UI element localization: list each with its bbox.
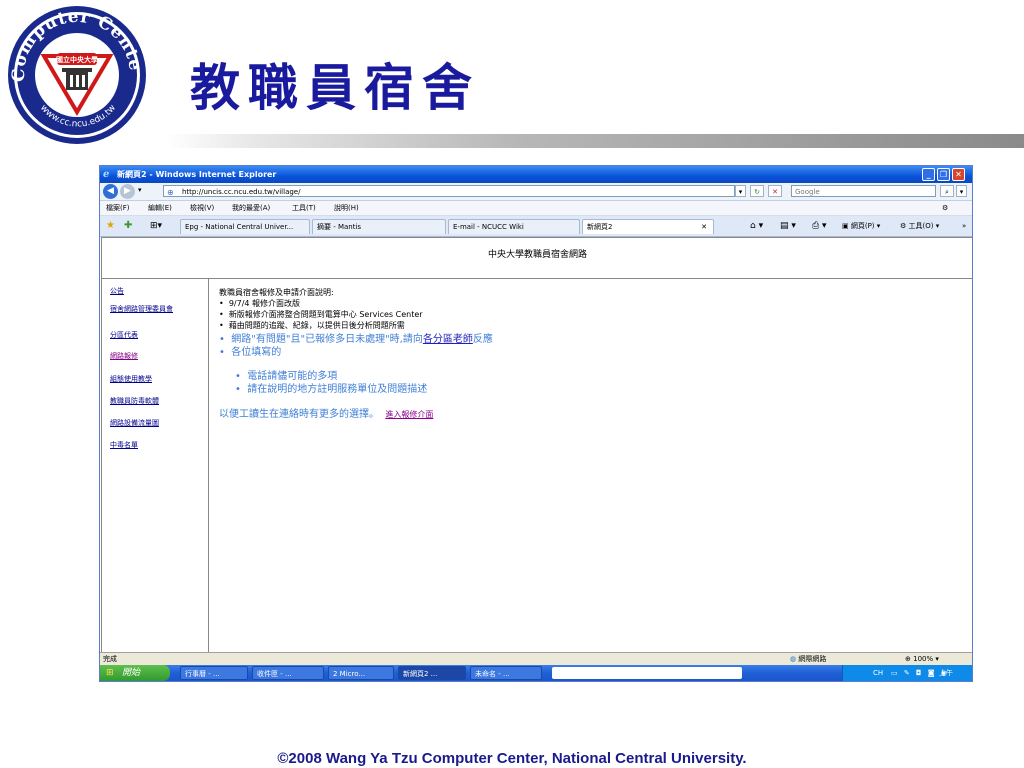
sub-list-item: • 請在說明的地方註明服務單位及問題描述: [235, 384, 428, 395]
minimize-button[interactable]: _: [922, 168, 935, 181]
ie-icon: ℯ: [103, 169, 110, 180]
window-title: 新網頁2 - Windows Internet Explorer: [117, 170, 277, 179]
tab-bar: ★ ✚ ⊞▾ Epg - National Central Univer... …: [100, 216, 972, 237]
sidebar-item-config-tutorial[interactable]: 組態使用教學: [110, 375, 152, 384]
window-titlebar: ℯ 新網頁2 - Windows Internet Explorer _ ❐ ✕: [100, 166, 972, 183]
browser-window: ℯ 新網頁2 - Windows Internet Explorer _ ❐ ✕…: [99, 165, 973, 682]
globe-icon: ◍: [790, 655, 797, 663]
favorites-star-icon[interactable]: ★: [106, 216, 115, 236]
windows-taskbar: ⊞ 開始 行事曆 - ... 收件匣 - ... 2 Micro... 新網頁2…: [100, 665, 972, 681]
zoom-icon: ⊕: [905, 655, 911, 663]
menu-extra-icon[interactable]: ⚙: [942, 201, 948, 215]
history-dropdown-icon[interactable]: ▾: [138, 186, 142, 194]
tab-new-page-2[interactable]: 新網頁2 ✕: [582, 219, 714, 234]
logo-badge-text: 國立中央大學: [56, 55, 98, 64]
web-page: 中央大學教職員宿舍網路 公告 宿舍網路管理委員會 分區代表 網路報修 組態使用教…: [101, 237, 972, 653]
taskbar-item-browser[interactable]: 新網頁2 ...: [398, 666, 466, 680]
computer-center-logo: Computer Center www.cc.ncu.edu.tw 國立中央大學: [1, 0, 148, 146]
menu-edit[interactable]: 編輯(E): [148, 201, 172, 215]
search-icon[interactable]: ⌕: [940, 185, 954, 197]
url-field[interactable]: ⊕ http://uncis.cc.ncu.edu.tw/village/: [163, 185, 735, 197]
home-icon[interactable]: ⌂ ▾: [750, 216, 763, 236]
quick-tabs-icon[interactable]: ⊞▾: [150, 216, 162, 236]
add-favorite-icon[interactable]: ✚: [124, 216, 132, 236]
sidebar-item-traffic-graph[interactable]: 網路設備流量圖: [110, 419, 159, 428]
forward-icon[interactable]: ▶: [120, 184, 135, 199]
district-teachers-link[interactable]: 各分區老師: [423, 334, 473, 345]
desktop-search-box[interactable]: [552, 667, 742, 679]
page-favicon: ⊕: [167, 188, 174, 197]
sidebar: 公告 宿舍網路管理委員會 分區代表 網路報修 組態使用教學 教職員防毒軟體 網路…: [102, 279, 209, 653]
tab-label: 摘要 - Mantis: [317, 223, 362, 231]
stop-icon[interactable]: ✕: [768, 185, 782, 197]
intro-text: 教職員宿舍報修及申請介面說明:: [219, 288, 334, 297]
enter-repair-link[interactable]: 進入報修介面: [385, 410, 433, 419]
zone-indicator: ◍ 網際網路: [790, 655, 827, 663]
tab-epg[interactable]: Epg - National Central Univer...: [180, 219, 310, 234]
sidebar-item-network-repair[interactable]: 網路報修: [110, 352, 138, 361]
zoom-control[interactable]: ⊕ 100% ▾: [905, 653, 939, 665]
close-button[interactable]: ✕: [952, 168, 965, 181]
closing-line: 以便工讀生在連絡時有更多的選擇。 進入報修介面: [219, 409, 434, 420]
refresh-icon[interactable]: ↻: [750, 185, 764, 197]
page-menu[interactable]: ▣ 網頁(P) ▾: [842, 216, 880, 236]
slide-title: 教職員宿舍: [190, 58, 480, 117]
search-input[interactable]: Google: [791, 185, 936, 197]
tab-wiki[interactable]: E-mail - NCUCC Wiki: [448, 219, 580, 234]
sidebar-item-announcements[interactable]: 公告: [110, 287, 124, 296]
language-indicator[interactable]: CH: [873, 665, 883, 681]
maximize-button[interactable]: ❐: [937, 168, 950, 181]
title-divider: [165, 134, 1024, 148]
windows-logo-icon: ⊞: [106, 668, 114, 678]
taskbar-item-powerpoint[interactable]: 2 Micro...: [328, 666, 394, 680]
back-icon[interactable]: ◀: [103, 184, 118, 199]
tab-mantis[interactable]: 摘要 - Mantis: [312, 219, 446, 234]
tab-label: E-mail - NCUCC Wiki: [453, 223, 524, 231]
clock: 上午 08:33: [939, 669, 953, 677]
feeds-icon[interactable]: ▤ ▾: [780, 216, 796, 236]
status-bar: 完成 ◍ 網際網路 ⊕ 100% ▾: [100, 652, 972, 665]
search-options-icon[interactable]: ▾: [956, 185, 967, 197]
slide-footer: ©2008 Wang Ya Tzu Computer Center, Natio…: [277, 750, 747, 767]
system-tray: CH ▭ ✎ ◘ ◙ ◉ 上午 08:33: [842, 665, 972, 681]
tab-close-icon[interactable]: ✕: [701, 220, 707, 234]
sidebar-item-committee[interactable]: 宿舍網路管理委員會: [110, 305, 186, 314]
list-item: • 9/7/4 報修介面改版: [219, 299, 301, 308]
taskbar-item-untitled[interactable]: 未命名 - ...: [470, 666, 542, 680]
tab-label: Epg - National Central Univer...: [185, 223, 294, 231]
sidebar-item-district-reps[interactable]: 分區代表: [110, 331, 138, 340]
list-item: • 新版報修介面將整合問題到電算中心 Services Center: [219, 310, 423, 319]
start-button[interactable]: ⊞ 開始: [100, 665, 170, 681]
sidebar-item-infected-list[interactable]: 中毒名單: [110, 441, 138, 450]
url-dropdown-icon[interactable]: ▾: [735, 185, 746, 197]
menu-tools[interactable]: 工具(T): [292, 201, 316, 215]
menu-help[interactable]: 說明(H): [334, 201, 359, 215]
taskbar-item-calendar[interactable]: 行事曆 - ...: [180, 666, 248, 680]
chevron-more-icon[interactable]: »: [962, 216, 966, 236]
tab-label: 新網頁2: [587, 223, 613, 231]
menu-bar: 檔案(F) 編輯(E) 檢視(V) 我的最愛(A) 工具(T) 說明(H) ⚙: [100, 201, 972, 216]
status-text: 完成: [103, 655, 117, 663]
print-icon[interactable]: ⎙ ▾: [812, 216, 827, 236]
tools-menu[interactable]: ⚙ 工具(O) ▾: [900, 216, 939, 236]
notice-line-2: • 各位填寫的: [219, 347, 282, 358]
menu-file[interactable]: 檔案(F): [106, 201, 130, 215]
menu-favorites[interactable]: 我的最愛(A): [232, 201, 270, 215]
menu-view[interactable]: 檢視(V): [190, 201, 214, 215]
url-text: http://uncis.cc.ncu.edu.tw/village/: [182, 188, 301, 196]
sidebar-item-antivirus[interactable]: 教職員防毒軟體: [110, 397, 159, 406]
address-bar: ◀ ▶ ▾ ⊕ http://uncis.cc.ncu.edu.tw/villa…: [100, 183, 972, 201]
taskbar-item-inbox[interactable]: 收件匣 - ...: [252, 666, 324, 680]
page-header: 中央大學教職員宿舍網路: [102, 238, 972, 279]
